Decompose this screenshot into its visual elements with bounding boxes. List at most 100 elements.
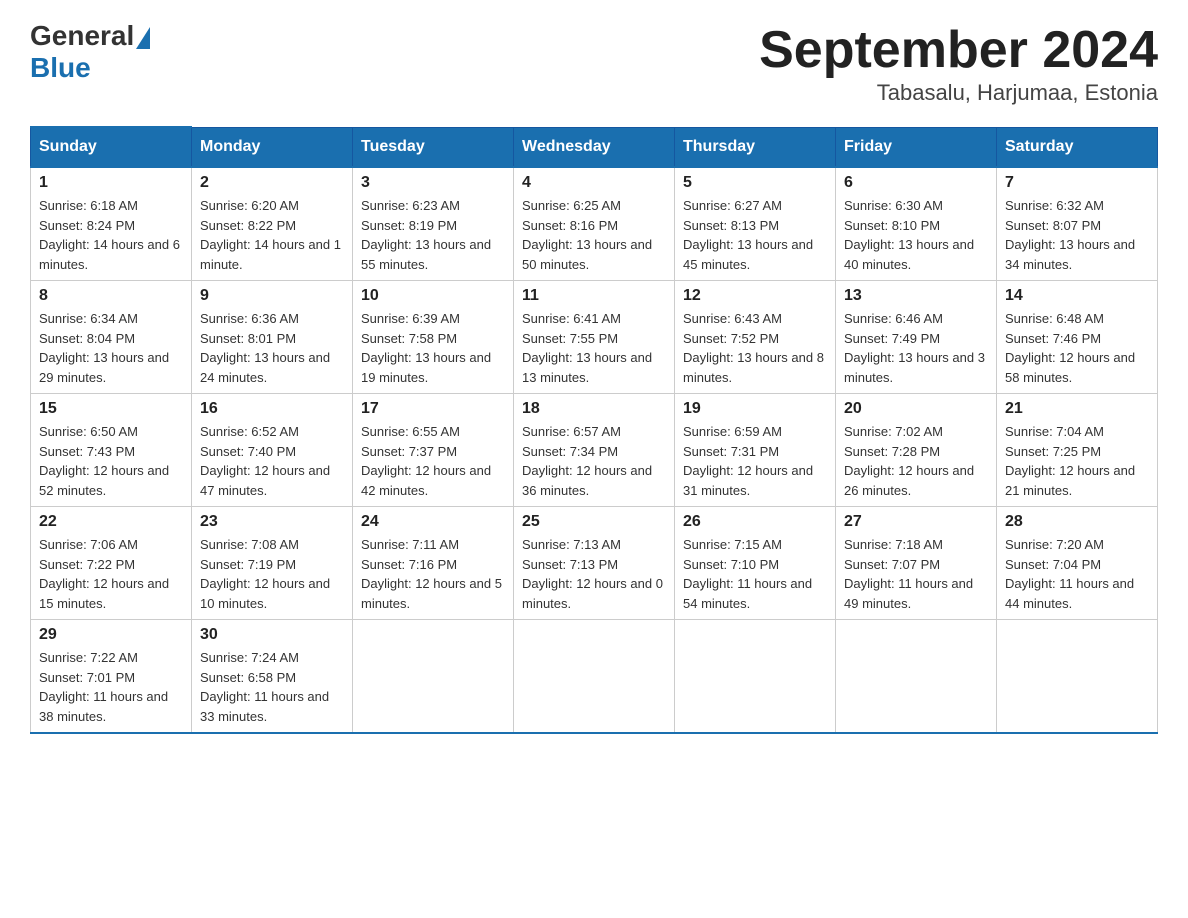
day-number: 4 (522, 174, 666, 192)
day-info: Sunrise: 6:25 AM Sunset: 8:16 PM Dayligh… (522, 196, 666, 274)
day-info: Sunrise: 6:30 AM Sunset: 8:10 PM Dayligh… (844, 196, 988, 274)
calendar-cell: 5 Sunrise: 6:27 AM Sunset: 8:13 PM Dayli… (675, 167, 836, 281)
day-info: Sunrise: 7:15 AM Sunset: 7:10 PM Dayligh… (683, 535, 827, 613)
day-info: Sunrise: 7:02 AM Sunset: 7:28 PM Dayligh… (844, 422, 988, 500)
page-header: General Blue September 2024 Tabasalu, Ha… (30, 20, 1158, 106)
day-info: Sunrise: 7:18 AM Sunset: 7:07 PM Dayligh… (844, 535, 988, 613)
day-number: 18 (522, 400, 666, 418)
day-number: 26 (683, 513, 827, 531)
calendar-table: SundayMondayTuesdayWednesdayThursdayFrid… (30, 126, 1158, 734)
day-number: 17 (361, 400, 505, 418)
calendar-cell (514, 620, 675, 734)
day-info: Sunrise: 6:18 AM Sunset: 8:24 PM Dayligh… (39, 196, 183, 274)
day-info: Sunrise: 6:23 AM Sunset: 8:19 PM Dayligh… (361, 196, 505, 274)
calendar-cell: 7 Sunrise: 6:32 AM Sunset: 8:07 PM Dayli… (997, 167, 1158, 281)
calendar-cell (675, 620, 836, 734)
calendar-cell: 26 Sunrise: 7:15 AM Sunset: 7:10 PM Dayl… (675, 507, 836, 620)
calendar-cell: 19 Sunrise: 6:59 AM Sunset: 7:31 PM Dayl… (675, 394, 836, 507)
day-info: Sunrise: 6:48 AM Sunset: 7:46 PM Dayligh… (1005, 309, 1149, 387)
day-number: 30 (200, 626, 344, 644)
calendar-cell: 1 Sunrise: 6:18 AM Sunset: 8:24 PM Dayli… (31, 167, 192, 281)
calendar-cell: 14 Sunrise: 6:48 AM Sunset: 7:46 PM Dayl… (997, 281, 1158, 394)
day-number: 24 (361, 513, 505, 531)
day-number: 27 (844, 513, 988, 531)
logo: General Blue (30, 20, 150, 84)
day-info: Sunrise: 6:36 AM Sunset: 8:01 PM Dayligh… (200, 309, 344, 387)
day-info: Sunrise: 7:06 AM Sunset: 7:22 PM Dayligh… (39, 535, 183, 613)
column-header-friday: Friday (836, 127, 997, 167)
calendar-cell (353, 620, 514, 734)
calendar-cell: 30 Sunrise: 7:24 AM Sunset: 6:58 PM Dayl… (192, 620, 353, 734)
day-info: Sunrise: 7:20 AM Sunset: 7:04 PM Dayligh… (1005, 535, 1149, 613)
day-info: Sunrise: 7:22 AM Sunset: 7:01 PM Dayligh… (39, 648, 183, 726)
calendar-cell: 20 Sunrise: 7:02 AM Sunset: 7:28 PM Dayl… (836, 394, 997, 507)
logo-general: General (30, 20, 134, 52)
calendar-cell: 2 Sunrise: 6:20 AM Sunset: 8:22 PM Dayli… (192, 167, 353, 281)
column-header-thursday: Thursday (675, 127, 836, 167)
day-info: Sunrise: 7:24 AM Sunset: 6:58 PM Dayligh… (200, 648, 344, 726)
day-info: Sunrise: 6:39 AM Sunset: 7:58 PM Dayligh… (361, 309, 505, 387)
calendar-week-row: 15 Sunrise: 6:50 AM Sunset: 7:43 PM Dayl… (31, 394, 1158, 507)
day-number: 2 (200, 174, 344, 192)
day-number: 3 (361, 174, 505, 192)
calendar-cell: 25 Sunrise: 7:13 AM Sunset: 7:13 PM Dayl… (514, 507, 675, 620)
logo-blue: Blue (30, 52, 91, 84)
day-number: 5 (683, 174, 827, 192)
day-number: 11 (522, 287, 666, 305)
day-number: 13 (844, 287, 988, 305)
column-header-monday: Monday (192, 127, 353, 167)
calendar-cell: 22 Sunrise: 7:06 AM Sunset: 7:22 PM Dayl… (31, 507, 192, 620)
calendar-cell (836, 620, 997, 734)
day-info: Sunrise: 7:13 AM Sunset: 7:13 PM Dayligh… (522, 535, 666, 613)
day-info: Sunrise: 7:08 AM Sunset: 7:19 PM Dayligh… (200, 535, 344, 613)
day-number: 22 (39, 513, 183, 531)
calendar-cell: 15 Sunrise: 6:50 AM Sunset: 7:43 PM Dayl… (31, 394, 192, 507)
day-number: 25 (522, 513, 666, 531)
column-header-tuesday: Tuesday (353, 127, 514, 167)
calendar-week-row: 22 Sunrise: 7:06 AM Sunset: 7:22 PM Dayl… (31, 507, 1158, 620)
calendar-cell: 24 Sunrise: 7:11 AM Sunset: 7:16 PM Dayl… (353, 507, 514, 620)
day-info: Sunrise: 6:41 AM Sunset: 7:55 PM Dayligh… (522, 309, 666, 387)
calendar-cell: 28 Sunrise: 7:20 AM Sunset: 7:04 PM Dayl… (997, 507, 1158, 620)
calendar-cell: 16 Sunrise: 6:52 AM Sunset: 7:40 PM Dayl… (192, 394, 353, 507)
logo-triangle-icon (136, 27, 150, 49)
calendar-cell: 17 Sunrise: 6:55 AM Sunset: 7:37 PM Dayl… (353, 394, 514, 507)
calendar-cell: 3 Sunrise: 6:23 AM Sunset: 8:19 PM Dayli… (353, 167, 514, 281)
day-number: 10 (361, 287, 505, 305)
calendar-week-row: 29 Sunrise: 7:22 AM Sunset: 7:01 PM Dayl… (31, 620, 1158, 734)
day-info: Sunrise: 6:34 AM Sunset: 8:04 PM Dayligh… (39, 309, 183, 387)
calendar-cell: 13 Sunrise: 6:46 AM Sunset: 7:49 PM Dayl… (836, 281, 997, 394)
day-number: 9 (200, 287, 344, 305)
calendar-cell: 18 Sunrise: 6:57 AM Sunset: 7:34 PM Dayl… (514, 394, 675, 507)
day-number: 15 (39, 400, 183, 418)
calendar-cell: 11 Sunrise: 6:41 AM Sunset: 7:55 PM Dayl… (514, 281, 675, 394)
day-number: 20 (844, 400, 988, 418)
day-info: Sunrise: 6:43 AM Sunset: 7:52 PM Dayligh… (683, 309, 827, 387)
day-number: 29 (39, 626, 183, 644)
calendar-cell: 9 Sunrise: 6:36 AM Sunset: 8:01 PM Dayli… (192, 281, 353, 394)
calendar-week-row: 8 Sunrise: 6:34 AM Sunset: 8:04 PM Dayli… (31, 281, 1158, 394)
day-number: 16 (200, 400, 344, 418)
calendar-cell: 12 Sunrise: 6:43 AM Sunset: 7:52 PM Dayl… (675, 281, 836, 394)
day-number: 21 (1005, 400, 1149, 418)
day-info: Sunrise: 7:04 AM Sunset: 7:25 PM Dayligh… (1005, 422, 1149, 500)
calendar-cell: 8 Sunrise: 6:34 AM Sunset: 8:04 PM Dayli… (31, 281, 192, 394)
day-number: 12 (683, 287, 827, 305)
column-header-sunday: Sunday (31, 127, 192, 167)
calendar-cell: 27 Sunrise: 7:18 AM Sunset: 7:07 PM Dayl… (836, 507, 997, 620)
day-info: Sunrise: 6:20 AM Sunset: 8:22 PM Dayligh… (200, 196, 344, 274)
calendar-header-row: SundayMondayTuesdayWednesdayThursdayFrid… (31, 127, 1158, 167)
day-info: Sunrise: 6:27 AM Sunset: 8:13 PM Dayligh… (683, 196, 827, 274)
day-number: 23 (200, 513, 344, 531)
calendar-cell: 23 Sunrise: 7:08 AM Sunset: 7:19 PM Dayl… (192, 507, 353, 620)
day-number: 19 (683, 400, 827, 418)
day-number: 7 (1005, 174, 1149, 192)
day-info: Sunrise: 6:52 AM Sunset: 7:40 PM Dayligh… (200, 422, 344, 500)
calendar-week-row: 1 Sunrise: 6:18 AM Sunset: 8:24 PM Dayli… (31, 167, 1158, 281)
calendar-cell: 10 Sunrise: 6:39 AM Sunset: 7:58 PM Dayl… (353, 281, 514, 394)
day-info: Sunrise: 6:57 AM Sunset: 7:34 PM Dayligh… (522, 422, 666, 500)
location-title: Tabasalu, Harjumaa, Estonia (759, 80, 1158, 106)
day-number: 28 (1005, 513, 1149, 531)
title-block: September 2024 Tabasalu, Harjumaa, Eston… (759, 20, 1158, 106)
column-header-saturday: Saturday (997, 127, 1158, 167)
